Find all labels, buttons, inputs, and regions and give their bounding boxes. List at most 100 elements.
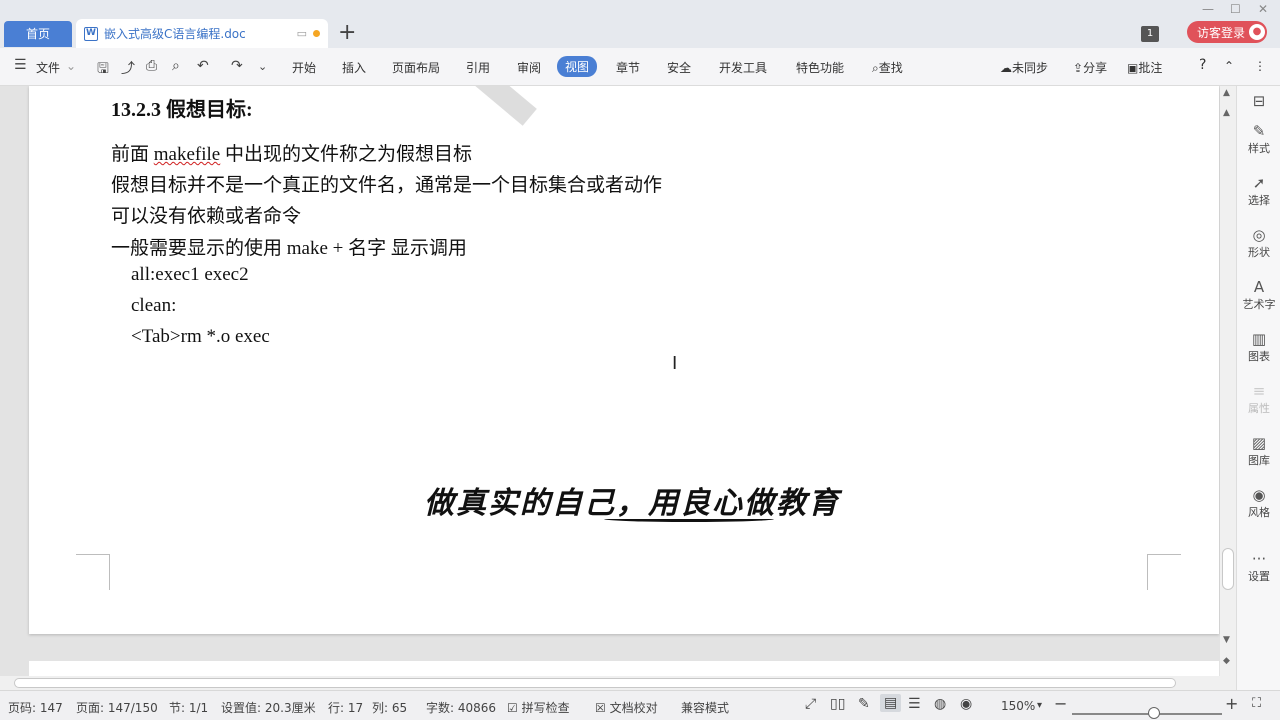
save-icon[interactable]: 🖫 — [97, 58, 109, 82]
slogan-underline — [604, 516, 774, 522]
menu-item-1[interactable]: 插入 — [342, 59, 366, 76]
collapse-ribbon-icon[interactable]: ⌃ — [1224, 59, 1234, 73]
web-view-icon[interactable]: ◍ — [934, 696, 946, 712]
section-heading: 13.2.3 假想目标: — [111, 99, 253, 121]
guest-login-button[interactable]: 访客登录 ● — [1187, 21, 1267, 43]
status-bar: 页码: 147 页面: 147/150 节: 1/1 设置值: 20.3厘米 行… — [0, 690, 1280, 720]
image-icon: ▨ — [1251, 434, 1267, 452]
share-button[interactable]: ⇪分享 — [1073, 59, 1107, 76]
text-cursor-icon: I — [672, 353, 678, 374]
page-corner-mark-right — [1147, 554, 1181, 590]
share-label: 分享 — [1083, 61, 1108, 75]
window-count-badge[interactable]: 1 — [1141, 26, 1159, 42]
undo-icon[interactable]: ↶ — [197, 58, 209, 74]
sidebar-item-shape[interactable]: ◎ 形状 — [1237, 226, 1280, 260]
next-page — [29, 661, 1219, 676]
new-tab-button[interactable]: + — [338, 22, 356, 44]
zoom-slider-track[interactable] — [1072, 713, 1222, 715]
print-preview-icon[interactable]: ⌕ — [172, 58, 180, 74]
sidebar-item-settings[interactable]: ··· 设置 — [1237, 550, 1280, 584]
spell-error-word: makefile — [153, 144, 221, 165]
search-button[interactable]: ⌕查找 — [872, 59, 903, 76]
wordart-icon: A — [1253, 278, 1265, 296]
pointer-icon: ➚ — [1252, 174, 1266, 192]
horizontal-scroll-thumb[interactable] — [14, 678, 1176, 688]
more-options-icon[interactable]: ⋮ — [1254, 59, 1266, 73]
menu-item-5-active[interactable]: 视图 — [557, 56, 598, 77]
word-doc-icon: W — [84, 26, 98, 41]
sidebar-collapse-icon[interactable]: ⊟ — [1237, 92, 1280, 110]
sidebar-item-theme[interactable]: ◉ 风格 — [1237, 486, 1280, 520]
status-setting[interactable]: 设置值: 20.3厘米 — [221, 699, 316, 716]
status-section[interactable]: 节: 1/1 — [169, 699, 208, 716]
sync-button[interactable]: ☁未同步 — [1000, 59, 1048, 76]
sidebar-item-gallery[interactable]: ▨ 图库 — [1237, 434, 1280, 468]
menu-item-2[interactable]: 页面布局 — [392, 59, 440, 76]
outline-view-icon[interactable]: ☰ — [908, 696, 921, 712]
chart-icon: ▥ — [1251, 330, 1267, 348]
doc-line-7: <Tab>rm *.o exec — [131, 326, 270, 347]
scroll-up-arrow-icon[interactable]: ▲ — [1223, 88, 1230, 98]
menu-file[interactable]: 文件 — [36, 59, 60, 76]
close-icon[interactable]: ✕ — [1258, 2, 1268, 16]
file-dropdown-chevron-icon[interactable]: ⌄ — [66, 59, 76, 73]
menu-item-0[interactable]: 开始 — [292, 59, 316, 76]
tab-document[interactable]: W 嵌入式高级C语言编程.doc ▭ — [76, 19, 328, 48]
menu-item-8[interactable]: 开发工具 — [719, 59, 767, 76]
page-nav-icon[interactable]: ◆ — [1223, 656, 1230, 666]
tab-home[interactable]: 首页 — [4, 21, 72, 47]
doc-line-2: 假想目标并不是一个真正的文件名，通常是一个目标集合或者动作 — [111, 175, 663, 196]
comment-button[interactable]: ▣批注 — [1127, 59, 1162, 76]
watermark-stripe — [331, 86, 537, 126]
right-sidebar: ⊟ ✎ 样式 ➚ 选择 ◎ 形状 A 艺术字 ▥ 图表 ≡ 属性 ▨ 图库 ◉ 风格 ··· 设置 — [1236, 86, 1280, 690]
shape-icon: ◎ — [1252, 226, 1266, 244]
sync-label: 未同步 — [1012, 61, 1049, 75]
quick-access-chevron-icon[interactable]: ⌄ — [258, 60, 267, 73]
status-pages[interactable]: 页面: 147/150 — [76, 699, 158, 716]
comment-icon: ▣ — [1127, 61, 1139, 75]
document-area: 13.2.3 假想目标: 前面 makefile 中出现的文件称之为假想目标 假… — [0, 86, 1220, 676]
spell-check-button[interactable]: ☑ 拼写检查 — [507, 699, 570, 716]
sidebar-item-properties[interactable]: ≡ 属性 — [1237, 382, 1280, 416]
menu-item-4[interactable]: 审阅 — [517, 59, 541, 76]
page-view-icon[interactable]: ▤ — [880, 694, 902, 712]
print-icon[interactable]: ⎙ — [146, 58, 157, 74]
scroll-down-arrow-icon[interactable]: ▼ — [1223, 635, 1230, 645]
zoom-slider-knob[interactable] — [1148, 707, 1160, 719]
help-icon[interactable]: ? — [1199, 57, 1206, 73]
zoom-in-icon[interactable]: + — [1225, 694, 1238, 713]
export-icon[interactable]: ⤴ — [121, 58, 135, 78]
reading-mode-icon[interactable]: ▯▯ — [830, 696, 845, 712]
scroll-up-arrow-icon-2[interactable]: ▲ — [1223, 108, 1230, 118]
maximize-icon[interactable]: ☐ — [1230, 2, 1241, 16]
monitor-icon[interactable]: ▭ — [297, 27, 307, 40]
theme-icon: ◉ — [1252, 486, 1266, 504]
cloud-sync-icon: ☁ — [1000, 61, 1012, 75]
pen-mode-icon[interactable]: ✎ — [858, 696, 870, 712]
fullscreen-icon[interactable]: ⤢ — [805, 696, 816, 712]
status-page[interactable]: 页码: 147 — [8, 699, 63, 716]
menu-item-6[interactable]: 章节 — [616, 59, 640, 76]
menu-item-7[interactable]: 安全 — [667, 59, 691, 76]
zoom-level[interactable]: 150% — [1001, 699, 1035, 713]
minimize-icon[interactable]: — — [1202, 2, 1214, 16]
sidebar-item-style[interactable]: ✎ 样式 — [1237, 122, 1280, 156]
document-page[interactable]: 13.2.3 假想目标: 前面 makefile 中出现的文件称之为假想目标 假… — [29, 86, 1219, 634]
fit-window-icon[interactable]: ⛶ — [1252, 696, 1261, 711]
zoom-out-icon[interactable]: − — [1054, 694, 1067, 713]
menu-bar: ☰ 文件 ⌄ 🖫 ⤴ ⎙ ⌕ ↶ ↷ ⌄ 开始 插入 页面布局 引用 审阅 视图… — [0, 48, 1280, 86]
slogan-calligraphy: 做真实的自己，用良心做教育 — [424, 486, 840, 521]
proofread-button[interactable]: ☒ 文档校对 — [595, 699, 658, 716]
status-wordcount[interactable]: 字数: 40866 — [426, 699, 496, 716]
redo-icon[interactable]: ↷ — [231, 58, 243, 74]
sidebar-item-select[interactable]: ➚ 选择 — [1237, 174, 1280, 208]
vertical-scroll-thumb[interactable] — [1222, 548, 1234, 590]
properties-icon: ≡ — [1252, 382, 1266, 400]
eye-protect-icon[interactable]: ◉ — [960, 696, 972, 712]
sidebar-item-chart[interactable]: ▥ 图表 — [1237, 330, 1280, 364]
menu-item-9[interactable]: 特色功能 — [796, 59, 844, 76]
menu-item-3[interactable]: 引用 — [466, 59, 490, 76]
sidebar-item-wordart[interactable]: A 艺术字 — [1237, 278, 1280, 312]
zoom-dropdown-chevron-icon[interactable]: ▾ — [1037, 700, 1042, 711]
hamburger-menu-icon[interactable]: ☰ — [14, 57, 27, 73]
